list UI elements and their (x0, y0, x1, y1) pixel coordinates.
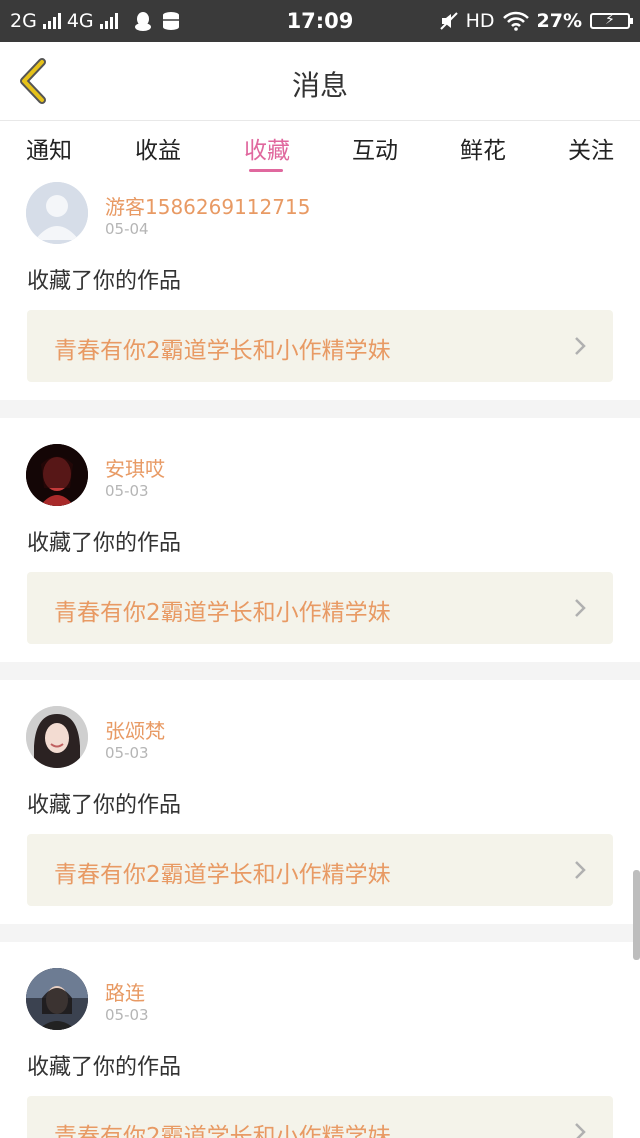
message-card: 游客1586269112715 05-04 收藏了你的作品 青春有你2霸道学长和… (0, 175, 640, 400)
work-link[interactable]: 青春有你2霸道学长和小作精学妹 (27, 310, 613, 382)
work-link[interactable]: 青春有你2霸道学长和小作精学妹 (27, 572, 613, 644)
work-title: 青春有你2霸道学长和小作精学妹 (54, 338, 391, 364)
scrollbar[interactable] (633, 870, 640, 960)
battery-icon: ⚡ (590, 12, 633, 29)
chevron-right-icon (575, 337, 586, 355)
tab-flowers[interactable]: 鲜花 (460, 131, 506, 165)
username[interactable]: 路连 (105, 977, 145, 1006)
avatar[interactable] (26, 968, 88, 1030)
tab-favorites[interactable]: 收藏 (244, 131, 290, 165)
chevron-right-icon (575, 861, 586, 879)
top-bar: 消息 (0, 42, 640, 121)
message-card: 路连 05-03 收藏了你的作品 青春有你2霸道学长和小作精学妹 (0, 942, 640, 1138)
username[interactable]: 安琪哎 (105, 453, 165, 482)
avatar[interactable] (26, 444, 88, 506)
wifi-icon (502, 11, 529, 31)
avatar[interactable] (26, 706, 88, 768)
username[interactable]: 游客1586269112715 (105, 191, 310, 220)
battery-percent: 27% (536, 10, 582, 32)
action-text: 收藏了你的作品 (27, 793, 182, 818)
work-title: 青春有你2霸道学长和小作精学妹 (54, 862, 391, 888)
page-title: 消息 (291, 69, 348, 102)
chevron-right-icon (575, 1123, 586, 1138)
status-right: HD 27% ⚡ (439, 10, 633, 32)
divider (0, 662, 640, 680)
timestamp: 05-03 (105, 1006, 149, 1024)
work-link[interactable]: 青春有你2霸道学长和小作精学妹 (27, 834, 613, 906)
tab-earnings[interactable]: 收益 (135, 131, 181, 165)
chevron-right-icon (575, 599, 586, 617)
tab-interactions[interactable]: 互动 (352, 131, 398, 165)
action-text: 收藏了你的作品 (27, 269, 182, 294)
active-tab-indicator (249, 169, 283, 172)
username[interactable]: 张颂梵 (105, 715, 165, 744)
message-card: 安琪哎 05-03 收藏了你的作品 青春有你2霸道学长和小作精学妹 (0, 418, 640, 662)
work-title: 青春有你2霸道学长和小作精学妹 (54, 1124, 391, 1138)
timestamp: 05-03 (105, 744, 149, 762)
tab-bar: 通知 收益 收藏 互动 鲜花 关注 (0, 121, 640, 175)
default-avatar-icon[interactable] (26, 182, 88, 244)
action-text: 收藏了你的作品 (27, 531, 182, 556)
mute-icon (439, 12, 458, 30)
timestamp: 05-04 (105, 220, 149, 238)
divider (0, 924, 640, 942)
message-card: 张颂梵 05-03 收藏了你的作品 青春有你2霸道学长和小作精学妹 (0, 680, 640, 924)
timestamp: 05-03 (105, 482, 149, 500)
hd-label: HD (465, 10, 495, 32)
divider (0, 400, 640, 418)
work-title: 青春有你2霸道学长和小作精学妹 (54, 600, 391, 626)
work-link[interactable]: 青春有你2霸道学长和小作精学妹 (27, 1096, 613, 1138)
status-bar: 2G 4G 17:09 HD 27% ⚡ (0, 0, 640, 42)
tab-notifications[interactable]: 通知 (26, 131, 72, 165)
action-text: 收藏了你的作品 (27, 1055, 182, 1080)
tab-following[interactable]: 关注 (568, 131, 614, 165)
